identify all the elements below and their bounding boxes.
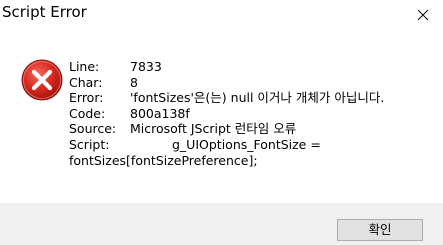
code-row: Code: 800a138f xyxy=(69,106,439,122)
error-value: 'fontSizes'은(는) null 이거나 개체가 아닙니다. xyxy=(130,90,385,106)
close-button[interactable] xyxy=(408,2,438,28)
script-error-dialog: Script Error Line: 7833 Char: 8 Error: '… xyxy=(0,0,443,245)
error-row: Error: 'fontSizes'은(는) null 이거나 개체가 아닙니다… xyxy=(69,90,439,106)
window-title: Script Error xyxy=(2,3,87,21)
line-label: Line: xyxy=(69,59,100,74)
source-row: Source: Microsoft JScript 런타임 오류 xyxy=(69,121,439,137)
char-row: Char: 8 xyxy=(69,75,439,91)
char-label: Char: xyxy=(69,74,103,90)
button-bar: 확인 xyxy=(0,203,443,245)
line-value: 7833 xyxy=(130,59,162,74)
source-value: Microsoft JScript 런타임 오류 xyxy=(130,121,297,137)
code-label: Code: xyxy=(69,105,106,121)
title-bar: Script Error xyxy=(0,0,443,30)
source-label: Source: xyxy=(69,121,117,137)
line-row: Line: 7833 xyxy=(69,59,439,75)
script-value: g_UIOptions_FontSize = xyxy=(172,136,321,152)
error-label: Error: xyxy=(69,90,104,106)
error-icon xyxy=(20,58,64,102)
error-details: Line: 7833 Char: 8 Error: 'fontSizes'은(는… xyxy=(69,59,439,168)
code-value: 800a138f xyxy=(130,105,190,121)
script-row: Script: g_UIOptions_FontSize = xyxy=(69,137,439,153)
char-value: 8 xyxy=(130,74,138,90)
script-label: Script: xyxy=(69,136,110,152)
ok-button[interactable]: 확인 xyxy=(337,219,423,241)
close-icon xyxy=(417,9,429,21)
script-continuation: fontSizes[fontSizePreference]; xyxy=(69,152,258,168)
